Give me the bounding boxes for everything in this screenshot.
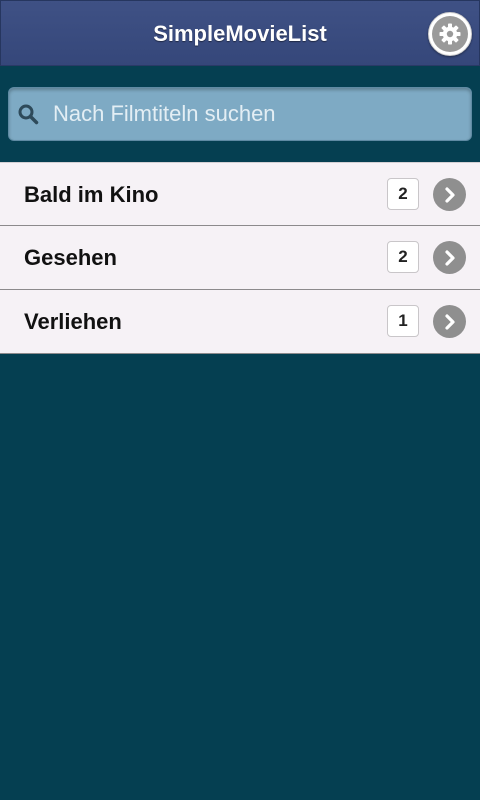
count-badge: 2 — [387, 178, 419, 210]
header-bar: SimpleMovieList — [0, 0, 480, 66]
list-item-gesehen[interactable]: Gesehen 2 — [0, 226, 480, 290]
gear-icon — [439, 23, 461, 45]
search-area — [0, 66, 480, 162]
category-list: Bald im Kino 2 Gesehen 2 Verliehen 1 — [0, 162, 480, 354]
chevron-right-icon[interactable] — [433, 241, 466, 274]
app-screen: SimpleMovieList Nach Filmtiteln suchen B… — [0, 0, 480, 800]
list-item-bald-im-kino[interactable]: Bald im Kino 2 — [0, 162, 480, 226]
list-item-label: Verliehen — [24, 309, 122, 334]
chevron-right-icon[interactable] — [433, 178, 466, 211]
list-item-label: Gesehen — [24, 245, 117, 270]
app-title: SimpleMovieList — [153, 21, 327, 46]
count-badge: 1 — [387, 305, 419, 337]
list-item-verliehen[interactable]: Verliehen 1 — [0, 290, 480, 354]
list-item-label: Bald im Kino — [24, 182, 159, 207]
search-input[interactable] — [53, 88, 453, 140]
search-box[interactable] — [8, 87, 472, 141]
search-icon — [18, 104, 39, 125]
settings-button[interactable] — [428, 12, 472, 56]
chevron-right-icon[interactable] — [433, 305, 466, 338]
count-badge: 2 — [387, 241, 419, 273]
settings-button-inner — [432, 16, 468, 52]
